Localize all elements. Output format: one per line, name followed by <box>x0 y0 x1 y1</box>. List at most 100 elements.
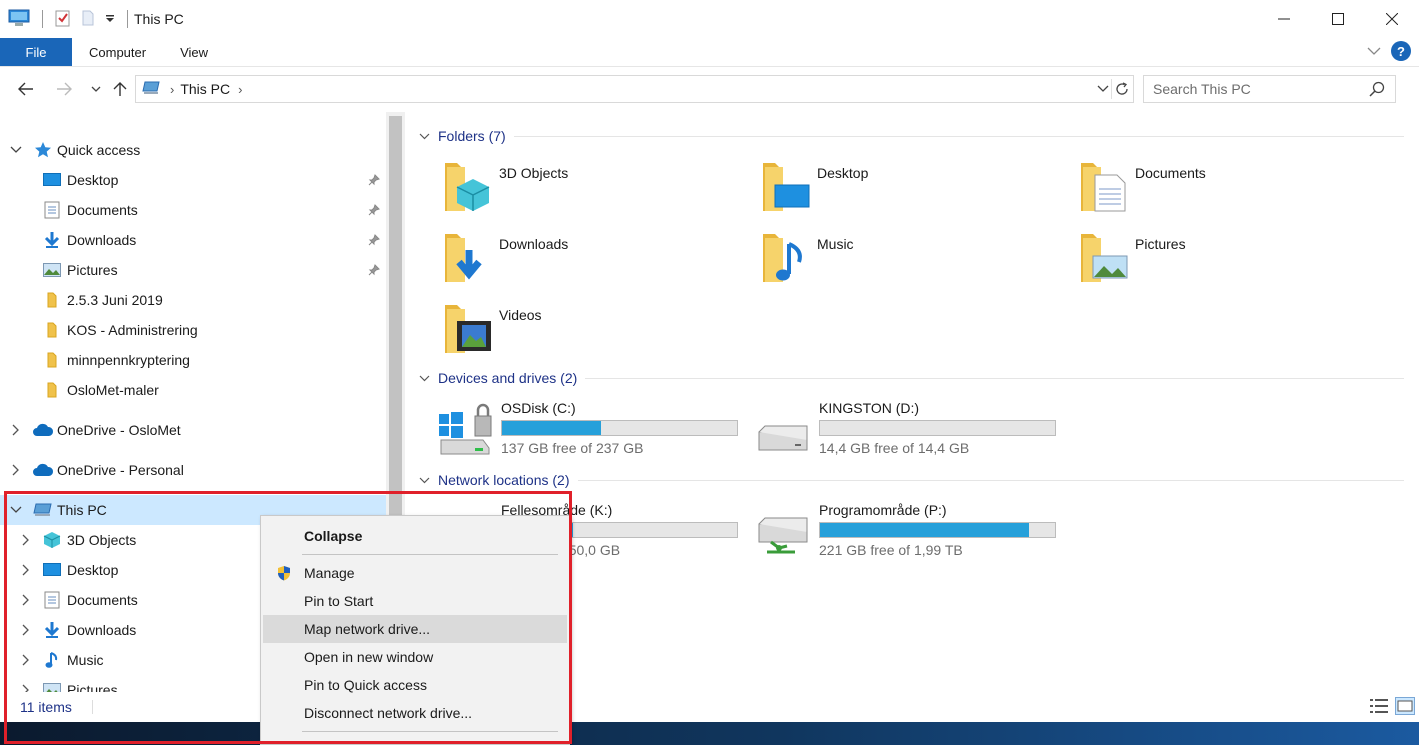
maximize-button[interactable] <box>1311 0 1365 38</box>
group-header-devices[interactable]: Devices and drives (2) <box>419 368 1404 388</box>
folder-name: Pictures <box>1135 236 1186 252</box>
nav-item-label: minnpennkryptering <box>67 352 190 368</box>
expand-chevron-icon[interactable] <box>19 653 33 667</box>
new-folder-icon[interactable] <box>81 9 95 30</box>
expand-chevron-icon[interactable] <box>9 423 23 437</box>
forward-button[interactable] <box>52 77 76 101</box>
customize-dropdown-icon[interactable] <box>105 11 115 27</box>
menu-item-pin-to-start[interactable]: Pin to Start <box>263 587 567 615</box>
group-header-label: Folders (7) <box>438 128 506 144</box>
ribbon-right-controls: ? <box>1367 41 1411 61</box>
nav-item-label: OneDrive - Personal <box>57 462 184 478</box>
expand-ribbon-icon[interactable] <box>1367 43 1381 59</box>
network-tile-p[interactable]: Programområde (P:) 221 GB free of 1,99 T… <box>757 502 1077 562</box>
group-divider <box>577 479 1404 481</box>
recent-locations-button[interactable] <box>84 77 108 101</box>
folder-tile-videos[interactable]: Videos <box>443 299 743 359</box>
folder-tile-music[interactable]: Music <box>761 228 1061 288</box>
address-row: › This PC › <box>0 66 1419 112</box>
collapse-chevron-icon[interactable] <box>9 143 23 157</box>
folder-desktop-icon <box>761 157 813 213</box>
toolbar-separator <box>127 10 128 28</box>
nav-onedrive-oslomet[interactable]: OneDrive - OsloMet <box>0 415 386 445</box>
search-icon[interactable] <box>1369 81 1385 100</box>
nav-item-label: Documents <box>67 202 138 218</box>
menu-item-label: Map network drive... <box>304 621 431 637</box>
drive-tile-c[interactable]: OSDisk (C:) 137 GB free of 237 GB <box>439 400 759 460</box>
nav-item-label: Documents <box>67 592 138 608</box>
details-view-icon[interactable] <box>1369 697 1389 718</box>
folder-tile-documents[interactable]: Documents <box>1079 157 1379 217</box>
menu-separator <box>302 554 558 555</box>
pin-icon[interactable] <box>368 173 380 189</box>
nav-quick-documents[interactable]: Documents <box>0 195 386 225</box>
drive-free-space: 221 GB free of 1,99 TB <box>819 542 963 558</box>
collapse-chevron-icon[interactable] <box>419 473 430 487</box>
nav-quick-folder-oslomet[interactable]: OsloMet-maler <box>0 375 386 405</box>
search-input[interactable] <box>1153 81 1363 97</box>
back-button[interactable] <box>14 77 38 101</box>
folder-name: Music <box>817 236 854 252</box>
nav-quick-folder-minnpenn[interactable]: minnpennkryptering <box>0 345 386 375</box>
folder-tile-pictures[interactable]: Pictures <box>1079 228 1379 288</box>
nav-item-label: Music <box>67 652 104 668</box>
menu-item-open-new-window[interactable]: Open in new window <box>263 643 567 671</box>
address-dropdown-icon[interactable] <box>1097 80 1109 96</box>
nav-quick-folder-kos[interactable]: KOS - Administrering <box>0 315 386 345</box>
menu-item-pin-quick-access[interactable]: Pin to Quick access <box>263 671 567 699</box>
nav-quick-folder-juni[interactable]: 2.5.3 Juni 2019 <box>0 285 386 315</box>
tab-computer[interactable]: Computer <box>72 38 163 66</box>
ribbon-tabs: File Computer View ? <box>0 38 1419 66</box>
network-drive-icon <box>757 502 813 558</box>
pin-icon[interactable] <box>368 263 380 279</box>
collapse-chevron-icon[interactable] <box>419 129 430 143</box>
nav-quick-desktop[interactable]: Desktop <box>0 165 386 195</box>
nav-item-label: Desktop <box>67 172 119 188</box>
breadcrumb-chevron-icon[interactable]: › <box>170 82 174 97</box>
scrollbar-thumb[interactable] <box>389 116 402 516</box>
menu-item-disconnect-network-drive[interactable]: Disconnect network drive... <box>263 699 567 727</box>
group-divider <box>585 377 1404 379</box>
group-header-folders[interactable]: Folders (7) <box>419 126 1404 146</box>
nav-quick-access[interactable]: Quick access <box>0 135 386 165</box>
tab-view[interactable]: View <box>163 38 225 66</box>
view-toggle-group <box>1369 697 1415 718</box>
3d-objects-icon <box>43 531 61 549</box>
properties-icon[interactable] <box>55 9 71 30</box>
pin-icon[interactable] <box>368 233 380 249</box>
address-bar[interactable]: › This PC › <box>135 75 1134 103</box>
minimize-button[interactable] <box>1257 0 1311 38</box>
windows-drive-icon <box>439 400 495 456</box>
large-icons-view-icon[interactable] <box>1395 697 1415 718</box>
breadcrumb-chevron-icon[interactable]: › <box>238 82 242 97</box>
up-button[interactable] <box>108 77 132 101</box>
breadcrumb-this-pc[interactable]: This PC <box>180 81 230 97</box>
menu-item-manage[interactable]: Manage <box>263 559 567 587</box>
pictures-icon <box>43 261 61 279</box>
search-box[interactable] <box>1143 75 1396 103</box>
close-button[interactable] <box>1365 0 1419 38</box>
expand-chevron-icon[interactable] <box>9 463 23 477</box>
refresh-icon[interactable] <box>1111 79 1131 99</box>
drive-tile-d[interactable]: KINGSTON (D:) 14,4 GB free of 14,4 GB <box>757 400 1077 460</box>
expand-chevron-icon[interactable] <box>19 593 33 607</box>
help-icon[interactable]: ? <box>1391 41 1411 61</box>
computer-icon[interactable] <box>8 9 30 30</box>
nav-onedrive-personal[interactable]: OneDrive - Personal <box>0 455 386 485</box>
folder-tile-3d-objects[interactable]: 3D Objects <box>443 157 743 217</box>
folder-downloads-icon <box>443 228 495 284</box>
expand-chevron-icon[interactable] <box>19 623 33 637</box>
collapse-chevron-icon[interactable] <box>419 371 430 385</box>
menu-item-map-network-drive[interactable]: Map network drive... <box>263 615 567 643</box>
tab-file[interactable]: File <box>0 38 72 66</box>
expand-chevron-icon[interactable] <box>19 533 33 547</box>
group-header-network[interactable]: Network locations (2) <box>419 470 1404 490</box>
nav-quick-pictures[interactable]: Pictures <box>0 255 386 285</box>
nav-quick-downloads[interactable]: Downloads <box>0 225 386 255</box>
expand-chevron-icon[interactable] <box>19 563 33 577</box>
menu-item-collapse[interactable]: Collapse <box>263 522 567 550</box>
collapse-chevron-icon[interactable] <box>9 503 23 517</box>
pin-icon[interactable] <box>368 203 380 219</box>
folder-tile-downloads[interactable]: Downloads <box>443 228 743 288</box>
folder-tile-desktop[interactable]: Desktop <box>761 157 1061 217</box>
